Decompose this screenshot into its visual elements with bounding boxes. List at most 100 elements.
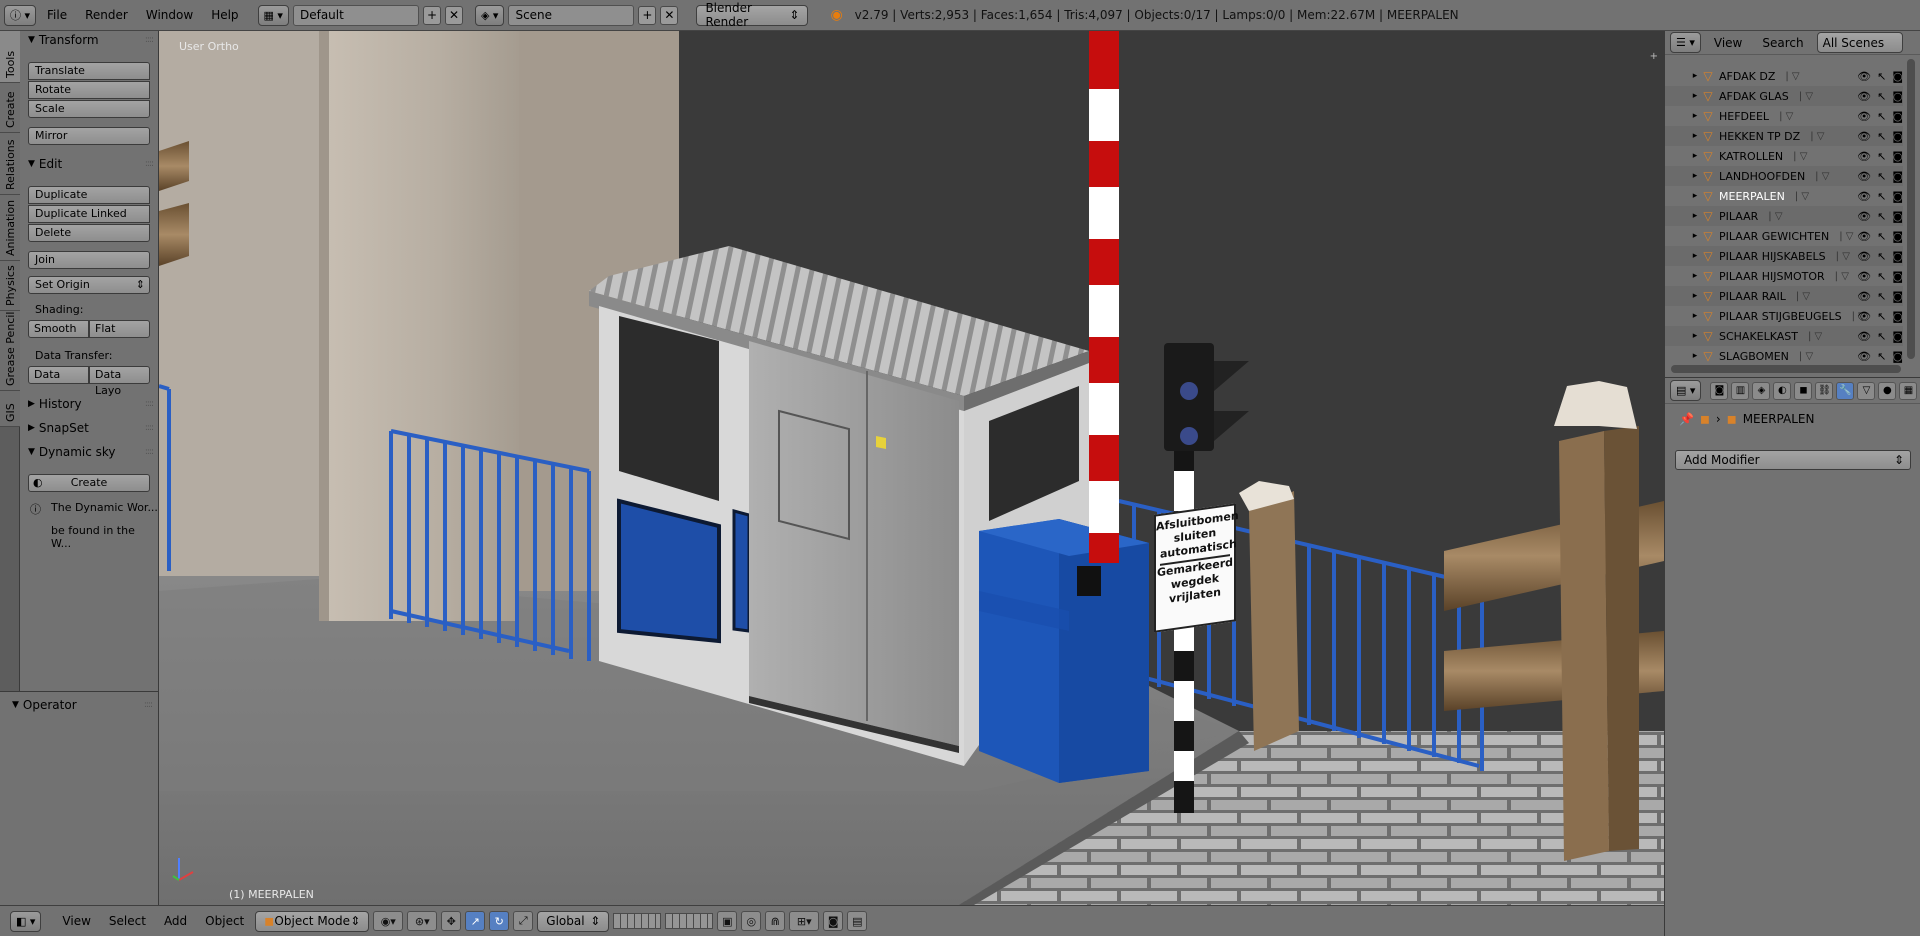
remove-scene-button[interactable]: ✕ — [660, 5, 679, 25]
expand-arrow-icon[interactable]: ▸ — [1689, 191, 1701, 201]
create-sky-button[interactable]: ◐ Create — [28, 474, 150, 492]
rotate-manipulator-button[interactable]: ↻ — [489, 911, 510, 931]
outliner-row[interactable]: ▸ ▽ MEERPALEN | ▽ 👁 ↖ ◙ — [1665, 186, 1903, 206]
cursor-icon[interactable]: ↖ — [1877, 90, 1886, 103]
cursor-icon[interactable]: ↖ — [1877, 330, 1886, 343]
expand-arrow-icon[interactable]: ▸ — [1689, 271, 1701, 281]
eye-icon[interactable]: 👁 — [1857, 230, 1871, 243]
expand-arrow-icon[interactable]: ▸ — [1689, 171, 1701, 181]
cursor-icon[interactable]: ↖ — [1877, 210, 1886, 223]
dynamic-sky-panel-header[interactable]: ▼ Dynamic sky :::: — [28, 445, 154, 459]
outliner-row[interactable]: ▸ ▽ SLAGBOMEN | ▽ 👁 ↖ ◙ — [1665, 346, 1903, 366]
info-editor-type-button[interactable]: ⓘ ▾ — [4, 4, 37, 26]
add-layout-button[interactable]: + — [422, 5, 441, 25]
scale-manipulator-button[interactable]: ⤢ — [513, 911, 534, 931]
render-layers-tab[interactable]: ▥ — [1731, 381, 1750, 400]
modifiers-tab[interactable]: 🔧 — [1836, 381, 1855, 400]
expand-arrow-icon[interactable]: ▸ — [1689, 331, 1701, 341]
viewport-corner-icon[interactable]: + — [1650, 51, 1658, 62]
tab-create[interactable]: Create — [0, 83, 20, 133]
scene-tab[interactable]: ◈ — [1752, 381, 1771, 400]
outliner-row[interactable]: ▸ ▽ AFDAK GLAS | ▽ 👁 ↖ ◙ — [1665, 86, 1903, 106]
scene-field[interactable]: Scene — [508, 4, 635, 26]
cursor-icon[interactable]: ↖ — [1877, 310, 1886, 323]
render-camera-icon[interactable]: ◙ — [1892, 350, 1903, 363]
menu-help[interactable]: Help — [204, 8, 245, 22]
layer-buttons-b[interactable] — [665, 913, 714, 929]
pin-icon[interactable]: 📌 — [1679, 412, 1694, 426]
cursor-icon[interactable]: ↖ — [1877, 150, 1886, 163]
operator-panel-header[interactable]: ▼ Operator :::: — [12, 698, 153, 712]
delete-button[interactable]: Delete — [28, 224, 150, 242]
expand-arrow-icon[interactable]: ▸ — [1689, 151, 1701, 161]
interaction-mode-dropdown[interactable]: ◼ Object Mode ⇕ — [255, 910, 370, 932]
cursor-icon[interactable]: ↖ — [1877, 130, 1886, 143]
tab-animation[interactable]: Animation — [0, 195, 20, 261]
tab-grease-pencil[interactable]: Grease Pencil — [0, 311, 20, 391]
translate-manipulator-button[interactable]: ↗ — [465, 911, 486, 931]
tab-tools[interactable]: Tools — [0, 31, 20, 83]
cursor-icon[interactable]: ↖ — [1877, 110, 1886, 123]
3d-viewport[interactable]: Afsluitbomen sluiten automatisch Gemarke… — [159, 31, 1664, 905]
cursor-icon[interactable]: ↖ — [1877, 170, 1886, 183]
lock-layers-button[interactable]: ▣ — [717, 911, 738, 931]
render-camera-icon[interactable]: ◙ — [1892, 290, 1903, 303]
render-camera-icon[interactable]: ◙ — [1892, 70, 1903, 83]
eye-icon[interactable]: 👁 — [1857, 90, 1871, 103]
outliner-row[interactable]: ▸ ▽ PILAAR RAIL | ▽ 👁 ↖ ◙ — [1665, 286, 1903, 306]
outliner-editor-type-button[interactable]: ☰ ▾ — [1670, 32, 1701, 53]
render-camera-icon[interactable]: ◙ — [1892, 330, 1903, 343]
duplicate-button[interactable]: Duplicate — [28, 186, 150, 204]
render-camera-icon[interactable]: ◙ — [1892, 110, 1903, 123]
pivot-point-button[interactable]: ⊛▾ — [407, 911, 438, 931]
outliner-row[interactable]: ▸ ▽ PILAAR HIJSMOTOR | ▽ 👁 ↖ ◙ — [1665, 266, 1903, 286]
history-panel-header[interactable]: ▶ History :::: — [28, 397, 154, 411]
outliner-row[interactable]: ▸ ▽ LANDHOOFDEN | ▽ 👁 ↖ ◙ — [1665, 166, 1903, 186]
render-camera-icon[interactable]: ◙ — [1892, 270, 1903, 283]
render-camera-icon[interactable]: ◙ — [1892, 210, 1903, 223]
join-button[interactable]: Join — [28, 251, 150, 269]
cursor-icon[interactable]: ↖ — [1877, 70, 1886, 83]
display-mode-dropdown[interactable]: All Scenes — [1816, 32, 1903, 53]
eye-icon[interactable]: 👁 — [1857, 190, 1871, 203]
scale-button[interactable]: Scale — [28, 100, 150, 118]
snapset-panel-header[interactable]: ▶ SnapSet :::: — [28, 421, 154, 435]
eye-icon[interactable]: 👁 — [1857, 270, 1871, 283]
render-camera-icon[interactable]: ◙ — [1892, 250, 1903, 263]
menu-object[interactable]: Object — [198, 914, 251, 928]
data-transfer-button[interactable]: Data — [28, 366, 89, 384]
editor-type-button[interactable]: ◧ ▾ — [10, 910, 42, 932]
expand-arrow-icon[interactable]: ▸ — [1689, 351, 1701, 361]
cursor-icon[interactable]: ↖ — [1877, 290, 1886, 303]
scene-selector-button[interactable]: ◈ ▾ — [474, 4, 505, 26]
layer-buttons-a[interactable] — [613, 913, 662, 929]
expand-arrow-icon[interactable]: ▸ — [1689, 211, 1701, 221]
smooth-button[interactable]: Smooth — [28, 320, 89, 338]
eye-icon[interactable]: 👁 — [1857, 150, 1871, 163]
menu-view[interactable]: View — [55, 914, 97, 928]
outliner-row[interactable]: ▸ ▽ PILAAR STIJGBEUGELS | ▽ 👁 ↖ ◙ — [1665, 306, 1903, 326]
data-tab[interactable]: ▽ — [1857, 381, 1876, 400]
render-camera-icon[interactable]: ◙ — [1892, 150, 1903, 163]
outliner-row[interactable]: ▸ ▽ AFDAK DZ | ▽ 👁 ↖ ◙ — [1665, 66, 1903, 86]
outliner-horizontal-scrollbar[interactable] — [1671, 365, 1901, 373]
outliner-row[interactable]: ▸ ▽ PILAAR HIJSKABELS | ▽ 👁 ↖ ◙ — [1665, 246, 1903, 266]
eye-icon[interactable]: 👁 — [1857, 350, 1871, 363]
expand-arrow-icon[interactable]: ▸ — [1689, 311, 1701, 321]
outliner-search-menu[interactable]: Search — [1755, 36, 1810, 50]
flat-button[interactable]: Flat — [89, 320, 150, 338]
screen-layout-field[interactable]: Default — [292, 4, 419, 26]
snap-toggle-button[interactable]: ⋒ — [765, 911, 786, 931]
manipulator-toggle-button[interactable]: ✥ — [441, 911, 462, 931]
mirror-button[interactable]: Mirror — [28, 127, 150, 145]
outliner-row[interactable]: ▸ ▽ PILAAR | ▽ 👁 ↖ ◙ — [1665, 206, 1903, 226]
expand-arrow-icon[interactable]: ▸ — [1689, 111, 1701, 121]
transform-panel-header[interactable]: ▼ Transform :::: — [28, 33, 154, 47]
menu-add[interactable]: Add — [157, 914, 194, 928]
outliner-row[interactable]: ▸ ▽ SCHAKELKAST | ▽ 👁 ↖ ◙ — [1665, 326, 1903, 346]
cursor-icon[interactable]: ↖ — [1877, 250, 1886, 263]
eye-icon[interactable]: 👁 — [1857, 210, 1871, 223]
rotate-button[interactable]: Rotate — [28, 81, 150, 99]
add-scene-button[interactable]: + — [638, 5, 657, 25]
outliner-row[interactable]: ▸ ▽ HEFDEEL | ▽ 👁 ↖ ◙ — [1665, 106, 1903, 126]
